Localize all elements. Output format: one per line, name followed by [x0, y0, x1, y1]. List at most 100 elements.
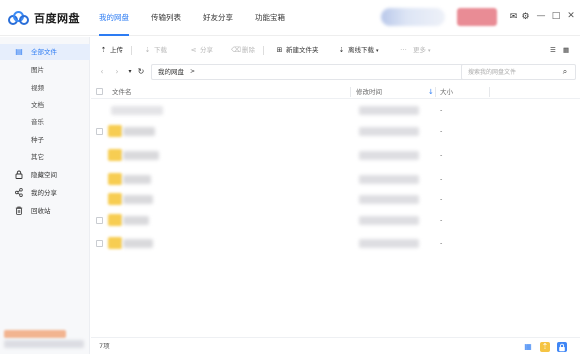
file-name [123, 216, 149, 225]
history-dropdown-icon[interactable]: ▾ [125, 66, 135, 78]
table-row[interactable]: - [91, 100, 580, 121]
tab-transfer-list[interactable]: 传输列表 [151, 0, 181, 36]
folder-icon [108, 237, 122, 249]
download-icon: ⇣ [144, 46, 151, 54]
file-name [123, 127, 155, 136]
table-row[interactable]: - [91, 145, 580, 166]
refresh-icon[interactable]: ↻ [136, 66, 146, 78]
sidebar-item-images[interactable]: 图片 [0, 62, 90, 78]
safe-box-icon[interactable] [557, 342, 567, 352]
close-icon[interactable]: ✕ [566, 10, 576, 22]
folder-icon [108, 214, 122, 226]
app-logo[interactable]: 百度网盘 [8, 10, 80, 26]
modified-time [359, 175, 419, 184]
share-icon [14, 188, 24, 198]
folder-icon [108, 173, 122, 185]
view-grid-icon[interactable]: ▦ [563, 44, 569, 56]
delete-icon: ⌫ [231, 46, 241, 54]
row-checkbox[interactable] [96, 240, 103, 247]
share-icon: ⋖ [190, 46, 197, 54]
modified-time [359, 195, 419, 204]
storage-usage-bar[interactable] [4, 330, 66, 338]
tab-friend-share[interactable]: 好友分享 [203, 0, 233, 36]
sidebar-item-other[interactable]: 其它 [0, 149, 90, 165]
select-all-checkbox[interactable] [96, 88, 103, 95]
address-bar: ‹ › ▾ ↻ 我的网盘 > ⌕ [91, 62, 580, 82]
chevron-down-icon: ▾ [428, 48, 431, 54]
minimize-icon[interactable]: — [536, 10, 546, 22]
sidebar: ▤ 全部文件 图片 视频 文档 音乐 种子 其它 隐藏空间 我的分享 回收站 [0, 37, 90, 354]
mail-icon[interactable]: ✉ [508, 12, 519, 23]
sidebar-item-label: 全部文件 [31, 48, 57, 56]
file-size: - [440, 195, 443, 203]
delete-button[interactable]: ⌫ 删除 [231, 44, 255, 56]
breadcrumb-separator: > [190, 68, 196, 75]
sort-list-icon[interactable]: ☰ [550, 44, 556, 56]
table-row[interactable]: - [91, 121, 580, 142]
download-button[interactable]: ⇣ 下载 [143, 44, 167, 56]
forward-icon[interactable]: › [112, 66, 122, 78]
share-button[interactable]: ⋖ 分享 [189, 44, 213, 56]
user-profile[interactable] [381, 8, 445, 26]
status-bar: 7项 ▦ ⇡ [91, 337, 580, 354]
sort-desc-icon[interactable]: ↓ [428, 85, 434, 99]
table-row[interactable]: - [91, 210, 580, 231]
file-size: - [440, 239, 443, 247]
more-icon: ··· [400, 46, 407, 54]
tab-toolbox[interactable]: 功能宝箱 [255, 0, 285, 36]
file-size: - [440, 127, 443, 135]
column-modified-time[interactable]: 修改时间 [356, 85, 382, 99]
search-icon[interactable]: ⌕ [560, 66, 570, 78]
lock-icon [14, 170, 24, 180]
sidebar-item-torrents[interactable]: 种子 [0, 132, 90, 148]
toolbar: ⇡ 上传 ⇣ 下载 ⋖ 分享 ⌫ 删除 ⊞ 新建文件夹 ⇣ 离线下载 ▾ ··· … [91, 40, 580, 60]
sidebar-item-label: 回收站 [31, 207, 51, 215]
top-bar: 百度网盘 我的网盘 传输列表 好友分享 功能宝箱 ✉ ⚙ — □ ✕ [0, 0, 580, 36]
sidebar-item-label: 文档 [31, 101, 44, 109]
back-icon[interactable]: ‹ [97, 66, 107, 78]
more-button[interactable]: ··· 更多 ▾ [399, 44, 431, 56]
maximize-icon[interactable]: □ [551, 10, 561, 22]
trash-icon [14, 206, 24, 216]
storage-usage-text [4, 340, 84, 348]
chevron-down-icon: ▾ [376, 48, 379, 54]
file-list-header: 文件名 修改时间 ↓ 大小 [91, 85, 580, 99]
modified-time [359, 216, 419, 225]
sidebar-item-videos[interactable]: 视频 [0, 80, 90, 96]
tab-my-disk[interactable]: 我的网盘 [99, 0, 129, 36]
upload-button[interactable]: ⇡ 上传 [99, 44, 123, 56]
column-file-name[interactable]: 文件名 [112, 85, 132, 99]
sidebar-item-label: 隐藏空间 [31, 171, 57, 179]
table-row[interactable]: - [91, 189, 580, 210]
folder-icon [108, 125, 122, 137]
table-row[interactable]: - [91, 233, 580, 254]
sidebar-item-my-shares[interactable]: 我的分享 [0, 185, 90, 201]
new-folder-button[interactable]: ⊞ 新建文件夹 [275, 44, 319, 56]
sidebar-item-label: 音乐 [31, 118, 44, 126]
app-name: 百度网盘 [34, 12, 80, 25]
sidebar-item-music[interactable]: 音乐 [0, 114, 90, 130]
sidebar-item-all-files[interactable]: ▤ 全部文件 [0, 44, 90, 60]
sidebar-item-label: 图片 [31, 66, 44, 74]
table-row[interactable]: - [91, 169, 580, 190]
breadcrumb-my-disk[interactable]: 我的网盘 [158, 65, 184, 79]
offline-download-icon: ⇣ [338, 46, 345, 54]
new-folder-icon: ⊞ [276, 46, 283, 54]
upload-icon: ⇡ [100, 46, 107, 54]
column-size[interactable]: 大小 [440, 85, 453, 99]
search-input[interactable] [468, 66, 558, 78]
sidebar-item-documents[interactable]: 文档 [0, 97, 90, 113]
upload-manager-icon[interactable]: ⇡ [540, 342, 550, 352]
vip-badge[interactable] [457, 8, 497, 26]
row-checkbox[interactable] [96, 128, 103, 135]
offline-download-button[interactable]: ⇣ 离线下载 ▾ [337, 44, 379, 56]
file-size: - [440, 106, 443, 114]
sidebar-item-label: 我的分享 [31, 189, 57, 197]
sidebar-item-label: 视频 [31, 84, 44, 92]
grid-view-icon[interactable]: ▦ [523, 342, 533, 352]
row-checkbox[interactable] [96, 217, 103, 224]
sidebar-item-recycle-bin[interactable]: 回收站 [0, 203, 90, 219]
search-box: ⌕ [461, 64, 576, 80]
sidebar-item-hidden-space[interactable]: 隐藏空间 [0, 167, 90, 183]
gear-icon[interactable]: ⚙ [520, 12, 531, 23]
